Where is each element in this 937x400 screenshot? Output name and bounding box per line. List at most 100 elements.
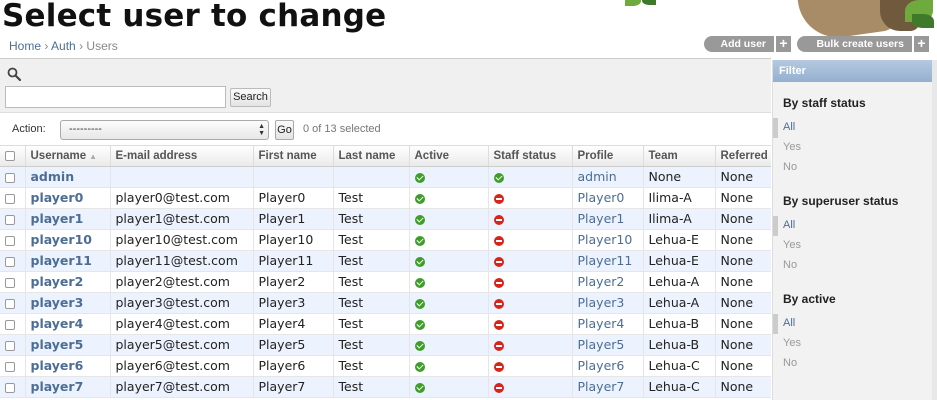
username-link[interactable]: player0: [31, 190, 84, 205]
team-text: None: [648, 169, 682, 184]
filter-option-yes[interactable]: Yes: [773, 138, 933, 158]
team-cell: None: [642, 166, 715, 188]
referred-by-cell: None: [714, 208, 771, 230]
add-user-plus-icon[interactable]: +: [775, 36, 791, 52]
filter-option-all[interactable]: All: [773, 216, 933, 236]
action-select[interactable]: --------- ▲ ▼: [60, 120, 269, 140]
row-checkbox[interactable]: [5, 361, 15, 372]
filter-option-all[interactable]: All: [773, 118, 933, 138]
breadcrumb-current: Users: [86, 39, 118, 53]
username-link[interactable]: player1: [31, 211, 84, 226]
search-button[interactable]: Search: [230, 88, 271, 107]
username-link[interactable]: player10: [31, 232, 92, 247]
filter-option-yes[interactable]: Yes: [773, 334, 933, 354]
team-text: Lehua-A: [648, 295, 700, 310]
breadcrumb-auth[interactable]: Auth: [51, 39, 76, 53]
referred-by-text: None: [720, 316, 754, 331]
column-header-first-name[interactable]: First name: [252, 146, 333, 167]
username-link[interactable]: player5: [31, 337, 84, 352]
no-entry-icon: [493, 298, 504, 309]
select-all-checkbox[interactable]: [5, 150, 15, 161]
profile-link[interactable]: Player3: [578, 295, 625, 310]
profile-link[interactable]: Player5: [578, 337, 625, 352]
row-checkbox[interactable]: [5, 298, 15, 309]
breadcrumb-home[interactable]: Home: [9, 39, 41, 53]
row-checkbox-cell: [0, 271, 25, 293]
row-checkbox[interactable]: [5, 172, 15, 183]
username-link[interactable]: player2: [31, 274, 84, 289]
go-button[interactable]: Go: [275, 120, 294, 140]
sort-ascending-icon[interactable]: ▲: [89, 152, 97, 161]
first-name-cell: Player5: [252, 334, 333, 356]
first-name-text: Player1: [258, 211, 306, 226]
email-cell: [109, 166, 253, 188]
row-checkbox[interactable]: [5, 256, 15, 267]
column-header-username[interactable]: Username ▲: [24, 146, 110, 167]
header-leaf: [912, 14, 934, 28]
last-name-text: Test: [338, 274, 364, 289]
username-link[interactable]: player6: [31, 358, 84, 373]
referred-by-text: None: [720, 379, 754, 394]
filter-option-no[interactable]: No: [773, 354, 933, 374]
username-link[interactable]: player11: [31, 253, 92, 268]
profile-link[interactable]: Player10: [578, 232, 633, 247]
username-link[interactable]: player3: [31, 295, 84, 310]
add-user-button[interactable]: Add user: [704, 36, 774, 52]
profile-link[interactable]: Player6: [578, 358, 625, 373]
search-input[interactable]: [5, 86, 226, 108]
column-header-last-name[interactable]: Last name: [332, 146, 409, 167]
column-header-referred-by[interactable]: Referred by: [714, 146, 771, 167]
row-checkbox[interactable]: [5, 319, 15, 330]
column-header-profile[interactable]: Profile: [571, 146, 643, 167]
filter-option-all[interactable]: All: [773, 314, 933, 334]
first-name-text: Player0: [258, 190, 306, 205]
referred-by-text: None: [720, 190, 754, 205]
row-checkbox[interactable]: [5, 277, 15, 288]
row-checkbox[interactable]: [5, 382, 15, 393]
column-header-email[interactable]: E-mail address: [109, 146, 253, 167]
profile-link[interactable]: Player1: [578, 211, 625, 226]
filter-option-no[interactable]: No: [773, 256, 933, 276]
profile-link[interactable]: Player7: [578, 379, 625, 394]
checkmark-icon: [414, 172, 425, 183]
column-header-staff-status[interactable]: Staff status: [487, 146, 572, 167]
table-row: player7 player7@test.com Player7 Test Player…: [0, 376, 771, 398]
username-link[interactable]: admin: [31, 169, 75, 184]
bulk-create-users-button[interactable]: Bulk create users: [797, 36, 912, 52]
profile-link[interactable]: Player2: [578, 274, 625, 289]
filter-option-yes[interactable]: Yes: [773, 236, 933, 256]
team-cell: Lehua-C: [642, 376, 715, 398]
email-cell: player6@test.com: [109, 355, 253, 377]
referred-by-cell: None: [714, 334, 771, 356]
column-header-active[interactable]: Active: [408, 146, 488, 167]
profile-link[interactable]: Player0: [578, 190, 625, 205]
row-checkbox[interactable]: [5, 193, 15, 204]
last-name-cell: Test: [332, 376, 409, 398]
profile-link[interactable]: Player11: [578, 253, 633, 268]
last-name-cell: Test: [332, 187, 409, 209]
team-cell: Ilima-A: [642, 187, 715, 209]
select-all-checkbox-cell: [0, 146, 25, 167]
row-checkbox-cell: [0, 355, 25, 377]
profile-link[interactable]: admin: [578, 169, 617, 184]
email-text: player5@test.com: [115, 337, 230, 352]
filter-option-no[interactable]: No: [773, 158, 933, 178]
profile-link[interactable]: Player4: [578, 316, 625, 331]
row-checkbox[interactable]: [5, 340, 15, 351]
header-leaf: [625, 0, 641, 6]
no-entry-icon: [493, 235, 504, 246]
last-name-text: Test: [338, 253, 364, 268]
referred-by-text: None: [720, 232, 754, 247]
row-checkbox[interactable]: [5, 214, 15, 225]
username-link[interactable]: player4: [31, 316, 84, 331]
username-link[interactable]: player7: [31, 379, 84, 394]
first-name-text: Player7: [258, 379, 306, 394]
row-checkbox[interactable]: [5, 235, 15, 246]
last-name-cell: Test: [332, 208, 409, 230]
email-cell: player7@test.com: [109, 376, 253, 398]
email-cell: player4@test.com: [109, 313, 253, 335]
first-name-text: Player11: [258, 253, 314, 268]
bulk-create-plus-icon[interactable]: +: [913, 36, 929, 52]
column-header-team[interactable]: Team: [642, 146, 715, 167]
checkmark-icon: [414, 214, 425, 225]
